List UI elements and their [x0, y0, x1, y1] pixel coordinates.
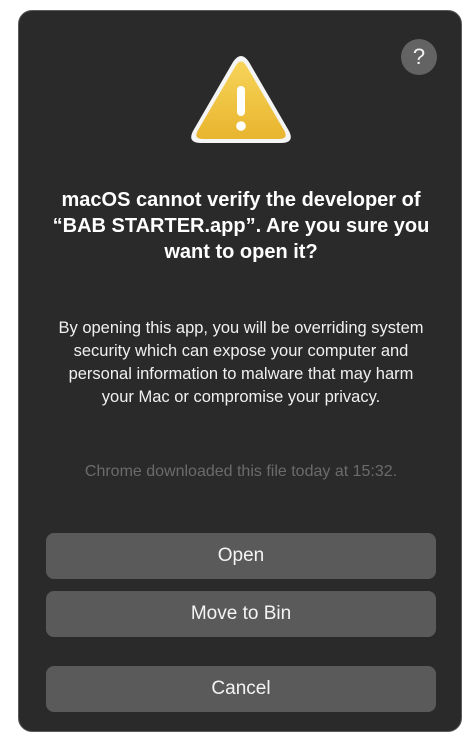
move-to-bin-button[interactable]: Move to Bin — [46, 591, 436, 637]
security-warning-dialog: ? macOS cannot verify the developer of “… — [18, 10, 462, 732]
cancel-button[interactable]: Cancel — [46, 666, 436, 712]
dialog-body-text: By opening this app, you will be overrid… — [58, 319, 424, 406]
help-button[interactable]: ? — [401, 39, 437, 75]
open-button[interactable]: Open — [46, 533, 436, 579]
download-source-note: Chrome downloaded this file today at 15:… — [84, 463, 398, 480]
dialog-headline: macOS cannot verify the developer of “BA… — [52, 189, 430, 263]
warning-triangle-icon — [191, 56, 291, 143]
